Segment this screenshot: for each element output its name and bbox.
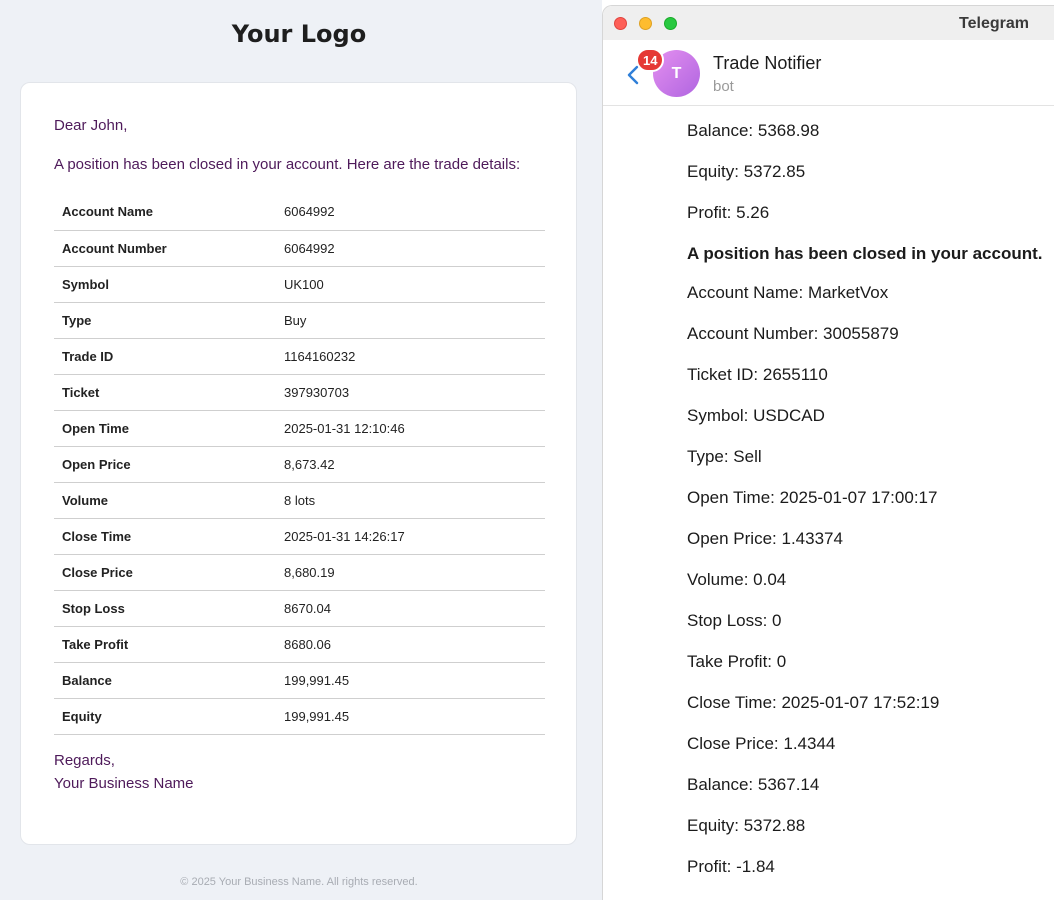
table-row: Close Price 8,680.19: [54, 554, 545, 591]
row-value: 1164160232: [284, 338, 545, 375]
chat-name[interactable]: Trade Notifier: [713, 53, 821, 74]
message-line: Balance: 5368.98: [687, 121, 820, 140]
message-line: Symbol: USDCAD: [687, 406, 825, 425]
business-name: Your Business Name: [54, 775, 194, 792]
logo: Your Logo: [231, 20, 367, 48]
row-label: Equity: [54, 698, 284, 735]
table-row: Type Buy: [54, 302, 545, 339]
row-label: Ticket: [54, 374, 284, 411]
chat-subtitle: bot: [713, 78, 734, 95]
message-line: Profit: 5.26: [687, 203, 770, 222]
row-value: 2025-01-31 12:10:46: [284, 410, 545, 447]
table-row: Ticket 397930703: [54, 374, 545, 411]
row-label: Type: [54, 302, 284, 339]
row-label: Balance: [54, 662, 284, 699]
message-line: Profit: -1.84: [687, 857, 775, 876]
message-line: Close Time: 2025-01-07 17:52:19: [687, 693, 940, 712]
message-line: Account Number: 30055879: [687, 324, 899, 343]
message-line: Volume: 0.04: [687, 570, 787, 589]
table-row: Symbol UK100: [54, 266, 545, 303]
message-line: Equity: 5372.88: [687, 816, 806, 835]
message-heading: A position has been closed in your accou…: [687, 244, 1043, 263]
row-label: Open Price: [54, 446, 284, 483]
row-value: Buy: [284, 302, 545, 339]
table-row: Close Time 2025-01-31 14:26:17: [54, 518, 545, 555]
table-row: Account Name 6064992: [54, 194, 545, 231]
row-value: 6064992: [284, 230, 545, 267]
row-value: 199,991.45: [284, 662, 545, 699]
intro-text: A position has been closed in your accou…: [54, 156, 521, 173]
app-title: Telegram: [959, 15, 1029, 32]
row-value: 8,673.42: [284, 446, 545, 483]
row-label: Open Time: [54, 410, 284, 447]
chat-header: T 14 Trade Notifier bot: [603, 40, 1054, 106]
title-bar: Telegram: [603, 6, 1054, 40]
row-label: Symbol: [54, 266, 284, 303]
message-line: Stop Loss: 0: [687, 611, 782, 630]
table-row: Trade ID 1164160232: [54, 338, 545, 375]
message-line: Type: Sell: [687, 447, 762, 466]
table-row: Open Price 8,673.42: [54, 446, 545, 483]
trade-details-table: Account Name 6064992 Account Number 606499…: [54, 194, 545, 735]
row-label: Volume: [54, 482, 284, 519]
email-footer: © 2025 Your Business Name. All rights re…: [180, 876, 418, 888]
message-list: Balance: 5368.98 Equity: 5372.85 Profit:…: [687, 121, 1052, 898]
email-preview: Your Logo Dear John, A position has been…: [0, 0, 602, 900]
row-value: 6064992: [284, 194, 545, 231]
message-line: Equity: 5372.85: [687, 162, 806, 181]
message-line: Take Profit: 0: [687, 652, 787, 671]
close-window-button[interactable]: [614, 17, 627, 30]
table-row: Volume 8 lots: [54, 482, 545, 519]
message-line: Close Price: 1.4344: [687, 734, 836, 753]
row-value: 8 lots: [284, 482, 545, 519]
row-value: 397930703: [284, 374, 545, 411]
greeting: Dear John,: [54, 117, 128, 134]
zoom-window-button[interactable]: [664, 17, 677, 30]
table-row: Open Time 2025-01-31 12:10:46: [54, 410, 545, 447]
row-label: Account Name: [54, 194, 284, 231]
table-row: Equity 199,991.45: [54, 698, 545, 735]
row-label: Account Number: [54, 230, 284, 267]
email-card: Dear John, A position has been closed in…: [20, 82, 577, 845]
row-label: Take Profit: [54, 626, 284, 663]
message-line: Balance: 5367.14: [687, 775, 820, 794]
table-row: Balance 199,991.45: [54, 662, 545, 699]
minimize-window-button[interactable]: [639, 17, 652, 30]
table-row: Stop Loss 8670.04: [54, 590, 545, 627]
message-line: Ticket ID: 2655110: [687, 365, 828, 384]
table-row: Account Number 6064992: [54, 230, 545, 267]
row-label: Close Time: [54, 518, 284, 555]
row-value: 8680.06: [284, 626, 545, 663]
message-line: Open Time: 2025-01-07 17:00:17: [687, 488, 938, 507]
row-value: 199,991.45: [284, 698, 545, 735]
regards-text: Regards,: [54, 752, 115, 769]
row-label: Stop Loss: [54, 590, 284, 627]
row-value: UK100: [284, 266, 545, 303]
row-value: 2025-01-31 14:26:17: [284, 518, 545, 555]
row-value: 8670.04: [284, 590, 545, 627]
row-label: Close Price: [54, 554, 284, 591]
table-row: Take Profit 8680.06: [54, 626, 545, 663]
telegram-window: Telegram T 14 Trade Notifier bot Balance…: [602, 5, 1054, 900]
row-value: 8,680.19: [284, 554, 545, 591]
message-line: Open Price: 1.43374: [687, 529, 843, 548]
unread-count-badge: 14: [636, 48, 665, 72]
row-label: Trade ID: [54, 338, 284, 375]
message-line: Account Name: MarketVox: [687, 283, 889, 302]
